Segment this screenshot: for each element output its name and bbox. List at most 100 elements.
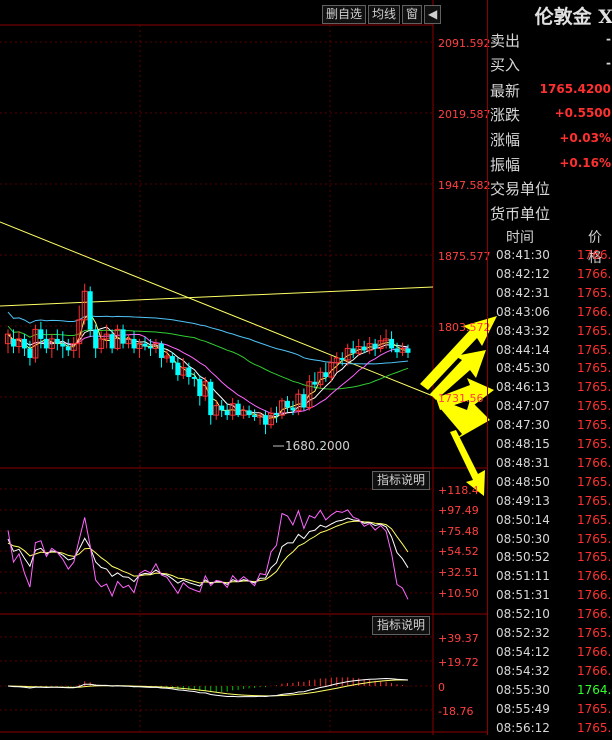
annotation-arrow <box>440 400 490 440</box>
price-axis-label: 1731.56 <box>438 392 484 405</box>
latest-row: 最新 1765.4200 <box>488 78 612 102</box>
tick-row: 08:55:30 1764.7 <box>488 683 612 702</box>
tick-time: 08:49:13 <box>496 493 550 508</box>
tick-time: 08:42:31 <box>496 285 550 300</box>
currency-row: 货币单位 <box>488 201 612 225</box>
tick-price: 1766.1 <box>577 569 612 584</box>
tick-row: 08:54:12 1766.1 <box>488 645 612 664</box>
candle-body-down <box>54 338 60 344</box>
candle-body-down <box>131 338 137 349</box>
sell-row: 卖出 - <box>488 28 612 52</box>
tick-row: 08:55:49 1765.4 <box>488 702 612 721</box>
tick-row: 08:47:07 1765.8 <box>488 399 612 418</box>
tick-time: 08:48:50 <box>496 474 550 489</box>
collapse-arrow-icon[interactable]: ◀ <box>424 5 442 24</box>
tick-time: 08:51:31 <box>496 588 550 603</box>
candle-body-down <box>394 348 400 353</box>
tick-row: 08:51:31 1766.0 <box>488 588 612 607</box>
window-button[interactable]: 窗 <box>402 5 423 24</box>
tick-time: 08:55:30 <box>496 682 550 697</box>
tick-time: 08:41:30 <box>496 248 550 262</box>
min-price-label: 1680.2000 <box>285 439 350 453</box>
tick-price: 1765.9 <box>577 437 612 451</box>
candle-body-down <box>65 346 71 351</box>
kdj-axis-label: +54.52 <box>438 545 479 558</box>
tick-row: 08:42:31 1765.9 <box>488 286 612 305</box>
ma-line-3 <box>7 312 409 420</box>
tick-row: 08:50:52 1765.8 <box>488 550 612 569</box>
candle-body-down <box>27 348 33 358</box>
candle-body-down <box>169 356 175 363</box>
tick-price: 1766.1 <box>577 455 612 470</box>
candle-body-down <box>120 329 126 344</box>
amp-label: 振幅 <box>490 156 521 174</box>
tick-row: 08:54:32 1766.0 <box>488 664 612 683</box>
tick-price: 1765.8 <box>577 512 612 527</box>
candle-body-down <box>246 410 252 416</box>
tick-price: 1765.9 <box>577 626 612 640</box>
candle-body-down <box>263 415 269 425</box>
tick-row: 08:43:32 1765.9 <box>488 324 612 343</box>
candle-body-down <box>147 346 153 349</box>
latest-value: 1765.4200 <box>539 82 611 96</box>
tick-row: 08:48:15 1765.9 <box>488 437 612 456</box>
tick-price: 1766.0 <box>577 663 612 678</box>
amp-row: 振幅 +0.16% <box>488 152 612 176</box>
candle-body-down <box>389 338 395 349</box>
tick-time: 08:43:06 <box>496 304 550 319</box>
buy-label: 买入 <box>490 56 521 74</box>
macd-axis-label: +39.37 <box>438 632 479 645</box>
chart-toolbar: 删自选 均线 窗 ◀ <box>322 5 442 24</box>
tick-price: 1765.8 <box>577 474 612 489</box>
unit-label: 交易单位 <box>490 180 551 198</box>
candle-body-down <box>142 343 148 347</box>
time-header: 时间 <box>506 230 534 246</box>
tick-row: 08:43:06 1766.0 <box>488 305 612 324</box>
kdj-k-line <box>7 517 409 587</box>
trendline-down <box>0 221 434 397</box>
tick-price: 1766.1 <box>577 644 612 659</box>
candle-body-down <box>372 343 378 349</box>
tick-row: 08:49:13 1765.9 <box>488 494 612 513</box>
remove-watchlist-button[interactable]: 删自选 <box>322 5 367 24</box>
tick-row: 08:44:14 1765.9 <box>488 343 612 362</box>
kdj-indicator-info-button[interactable]: 指标说明 <box>372 471 431 490</box>
tick-price: 1765.9 <box>577 493 612 508</box>
candle-body-down <box>208 381 214 416</box>
unit-row: 交易单位 <box>488 176 612 200</box>
tick-time: 08:46:13 <box>496 380 550 395</box>
candle-body-down <box>301 394 307 408</box>
tick-time: 08:56:12 <box>496 720 550 735</box>
tick-row: 08:46:13 1765.7 <box>488 380 612 399</box>
candle-body-down <box>197 378 203 397</box>
tick-price: 1765.8 <box>577 550 612 565</box>
candle-body-down <box>252 415 258 418</box>
price-axis-label: 1947.582 <box>438 179 491 192</box>
pct-row: 涨幅 +0.03% <box>488 127 612 151</box>
kdj-d-line <box>7 520 409 584</box>
tick-price: 1765.7 <box>577 418 612 433</box>
macd-indicator-info-button[interactable]: 指标说明 <box>372 616 431 635</box>
tick-time: 08:45:30 <box>496 361 550 376</box>
kdj-axis-label: +75.48 <box>438 525 479 538</box>
tick-row: 08:50:30 1765.1 <box>488 532 612 551</box>
tick-time: 08:43:32 <box>496 323 550 338</box>
candle-body-down <box>21 338 27 349</box>
tick-time: 08:54:32 <box>496 663 550 678</box>
moving-average-button[interactable]: 均线 <box>368 5 401 24</box>
tick-time: 08:48:31 <box>496 455 550 470</box>
tick-time: 08:52:32 <box>496 626 550 640</box>
tick-price: 1765.4 <box>577 701 612 716</box>
tick-row: 08:52:32 1765.9 <box>488 626 612 645</box>
ticks-header: 时间 价格 <box>488 226 612 266</box>
candle-body-down <box>273 413 279 416</box>
change-label: 涨跌 <box>490 106 521 124</box>
tick-row: 08:48:31 1766.1 <box>488 456 612 475</box>
candle-body-down <box>323 372 329 378</box>
tick-time: 08:55:49 <box>496 701 550 716</box>
amp-value: +0.16% <box>559 156 611 170</box>
tick-price: 1766.0 <box>577 588 612 603</box>
kdj-j-line <box>7 509 409 600</box>
tick-price: 1765.9 <box>577 285 612 300</box>
kdj-axis-label: +32.51 <box>438 566 479 579</box>
